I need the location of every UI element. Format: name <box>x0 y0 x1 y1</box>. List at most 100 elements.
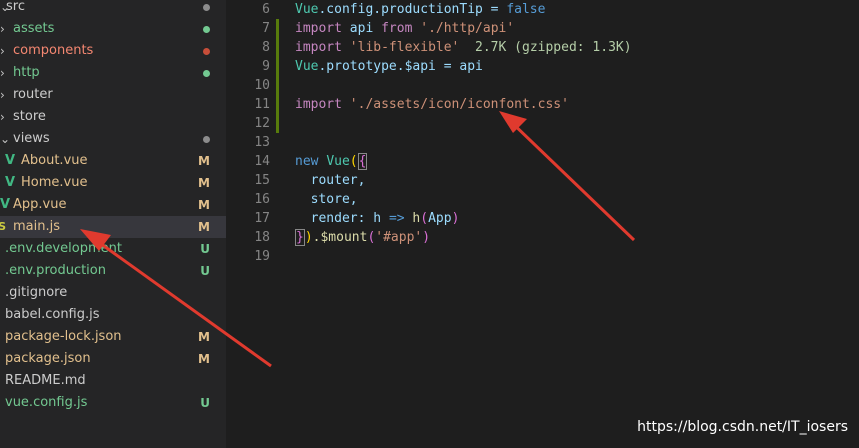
code-token: router, <box>295 173 366 188</box>
code-token: './http/api' <box>420 21 515 36</box>
explorer-item[interactable]: › assets <box>0 18 226 40</box>
git-status-badge: M <box>198 176 210 190</box>
status-dot <box>203 70 210 77</box>
status-dot <box>203 4 210 11</box>
explorer-item[interactable]: babel.config.js <box>0 304 226 326</box>
gutter-change-marker[interactable] <box>276 114 279 133</box>
chevron-right-icon[interactable]: › <box>0 18 10 40</box>
code-line[interactable]: 9 Vue.prototype.$api = api <box>226 57 859 76</box>
line-number: 11 <box>254 97 270 112</box>
explorer-item-label: .gitignore <box>5 285 68 300</box>
code-token: ) <box>451 211 460 226</box>
code-token: App <box>428 211 452 226</box>
explorer-item[interactable]: › router <box>0 84 226 106</box>
code-token: import <box>295 97 350 112</box>
explorer-item[interactable]: V App.vue M <box>0 194 226 216</box>
explorer-item-label: vue.config.js <box>5 395 88 410</box>
line-number: 8 <box>262 40 270 55</box>
code-editor[interactable]: 6 Vue.config.productionTip = false 7 import… <box>226 0 859 448</box>
code-line[interactable]: 19 <box>226 247 859 266</box>
code-text: import './assets/icon/iconfont.css' <box>295 95 569 114</box>
code-line[interactable]: 15 router, <box>226 171 859 190</box>
code-token: '#app' <box>375 230 423 245</box>
code-text: new Vue({ <box>295 152 368 171</box>
explorer-item-label: components <box>13 43 94 58</box>
explorer-item[interactable]: package-lock.json M <box>0 326 226 348</box>
explorer-item[interactable]: › http <box>0 62 226 84</box>
explorer-item[interactable]: .env.production U <box>0 260 226 282</box>
gutter-change-marker[interactable] <box>276 57 279 76</box>
code-text: import 'lib-flexible' 2.7K (gzipped: 1.3… <box>295 38 632 57</box>
line-number: 19 <box>254 249 270 264</box>
gutter-change-marker[interactable] <box>276 38 279 57</box>
chevron-right-icon[interactable]: › <box>0 62 10 84</box>
gutter-change-marker[interactable] <box>276 95 279 114</box>
code-token: Vue <box>326 154 350 169</box>
code-line[interactable]: 7 import api from './http/api' <box>226 19 859 38</box>
code-text: render: h => h(App) <box>295 209 460 228</box>
code-token: } <box>295 229 305 246</box>
code-token: 2.7K (gzipped: 1.3K) <box>459 40 632 55</box>
code-token: import <box>295 40 350 55</box>
explorer-item[interactable]: V About.vue M <box>0 150 226 172</box>
explorer-item[interactable]: › store <box>0 106 226 128</box>
explorer-item-label: .env.production <box>5 263 106 278</box>
chevron-right-icon[interactable]: › <box>0 106 10 128</box>
explorer-item[interactable]: vue.config.js U <box>0 392 226 414</box>
explorer-item[interactable]: JS main.js M <box>0 216 226 238</box>
code-line[interactable]: 6 Vue.config.productionTip = false <box>226 0 859 19</box>
explorer-item-label: App.vue <box>13 197 67 212</box>
git-status-badge: M <box>198 220 210 234</box>
explorer-item[interactable]: ⌄ src <box>0 0 226 18</box>
explorer-item[interactable]: V Home.vue M <box>0 172 226 194</box>
chevron-right-icon[interactable]: › <box>0 84 10 106</box>
js-file-icon: JS <box>0 220 7 233</box>
explorer-item[interactable]: .env.development U <box>0 238 226 260</box>
line-number: 9 <box>262 59 270 74</box>
explorer-item[interactable]: README.md <box>0 370 226 392</box>
code-token: './assets/icon/iconfont.css' <box>349 97 569 112</box>
code-line[interactable]: 11 import './assets/icon/iconfont.css' <box>226 95 859 114</box>
explorer-item[interactable]: ⌄ views <box>0 128 226 150</box>
code-line[interactable]: 10 <box>226 76 859 95</box>
vue-file-icon: V <box>5 175 16 190</box>
code-token: h <box>373 211 389 226</box>
code-text: router, <box>295 171 366 190</box>
code-token: ) <box>422 230 431 245</box>
code-token: => <box>388 211 413 226</box>
code-token: .$mount <box>312 230 368 245</box>
status-dot <box>203 136 210 143</box>
explorer-item-label: Home.vue <box>21 175 88 190</box>
code-token: render: <box>295 211 374 226</box>
code-line[interactable]: 14 new Vue({ <box>226 152 859 171</box>
git-status-badge: U <box>200 396 210 410</box>
gutter-change-marker[interactable] <box>276 76 279 95</box>
git-status-badge: M <box>198 154 210 168</box>
chevron-down-icon[interactable]: ⌄ <box>0 128 10 150</box>
code-line[interactable]: 13 <box>226 133 859 152</box>
watermark-text: https://blog.csdn.net/IT_iosers <box>637 419 848 435</box>
explorer-item[interactable]: › components <box>0 40 226 62</box>
code-line[interactable]: 16 store, <box>226 190 859 209</box>
code-line[interactable]: 8 import 'lib-flexible' 2.7K (gzipped: 1.… <box>226 38 859 57</box>
explorer-item-label: README.md <box>5 373 86 388</box>
code-token: 'lib-flexible' <box>349 40 460 55</box>
chevron-right-icon[interactable]: › <box>0 40 10 62</box>
line-number: 17 <box>254 211 270 226</box>
code-line[interactable]: 18}).$mount('#app') <box>226 228 859 247</box>
explorer-item-label: main.js <box>13 219 60 234</box>
explorer-item-label: babel.config.js <box>5 307 100 322</box>
code-token: Vue <box>295 59 319 74</box>
gutter-change-marker[interactable] <box>276 19 279 38</box>
explorer-item-label: router <box>13 87 53 102</box>
status-dot <box>203 48 210 55</box>
code-line[interactable]: 17 render: h => h(App) <box>226 209 859 228</box>
explorer-item-label: store <box>13 109 46 124</box>
code-text: Vue.prototype.$api = api <box>295 57 483 76</box>
code-line[interactable]: 12 <box>226 114 859 133</box>
explorer-item[interactable]: package.json M <box>0 348 226 370</box>
explorer-item-label: package.json <box>5 351 91 366</box>
code-token: import <box>295 21 350 36</box>
code-token: Vue <box>295 2 319 17</box>
explorer-item[interactable]: .gitignore <box>0 282 226 304</box>
